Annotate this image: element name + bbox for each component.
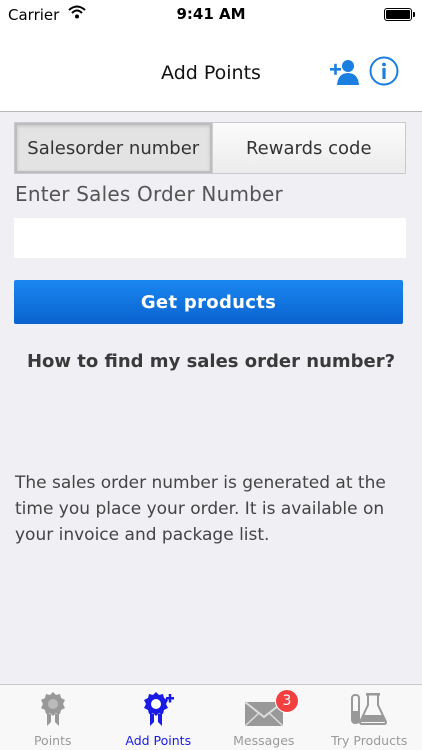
- tab-label: Messages: [233, 733, 295, 748]
- messages-badge: 3: [275, 689, 299, 713]
- tab-label: Try Products: [331, 733, 408, 748]
- sales-order-input[interactable]: [14, 218, 406, 258]
- tab-points[interactable]: Points: [0, 685, 106, 750]
- tab-label: Points: [33, 733, 72, 748]
- add-user-icon[interactable]: [330, 58, 360, 86]
- tab-add-points[interactable]: Add Points: [106, 685, 212, 750]
- help-description: The sales order number is generated at t…: [15, 473, 386, 545]
- tab-messages[interactable]: 3 Messages: [211, 685, 317, 750]
- status-time: 9:41 AM: [176, 5, 246, 23]
- add-badge-icon: [144, 692, 175, 726]
- segment-salesorder-number[interactable]: Salesorder number: [15, 123, 212, 173]
- tab-try-products[interactable]: Try Products: [317, 685, 422, 750]
- award-badge-icon: [40, 692, 65, 726]
- sales-order-field-label: Enter Sales Order Number: [15, 182, 283, 206]
- navigation-bar: Add Points: [0, 30, 422, 112]
- get-products-button[interactable]: Get products: [14, 280, 403, 324]
- tab-label: Add Points: [125, 733, 192, 748]
- tab-bar: Points Add Points 3 Messages Try Product…: [0, 684, 422, 750]
- help-heading: How to find my sales order number?: [26, 351, 396, 372]
- battery-icon: [384, 8, 415, 21]
- status-bar: Carrier 9:41 AM: [0, 0, 422, 30]
- segment-rewards-code[interactable]: Rewards code: [211, 123, 405, 173]
- info-icon[interactable]: [369, 56, 399, 86]
- order-type-segmented-control: Salesorder number Rewards code: [14, 122, 406, 174]
- lab-flask-icon: [351, 693, 388, 725]
